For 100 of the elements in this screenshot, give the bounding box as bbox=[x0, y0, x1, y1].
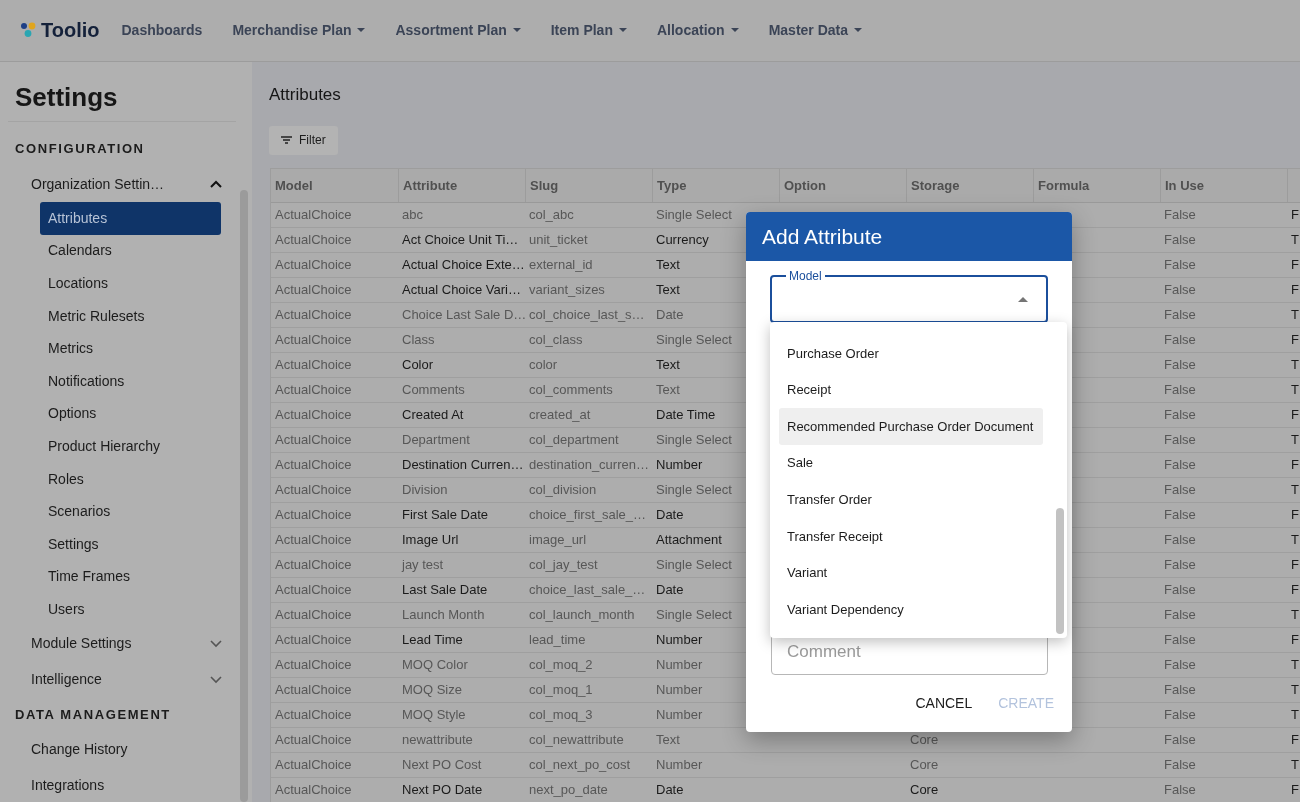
sidebar-item[interactable]: Metrics bbox=[40, 332, 221, 365]
menu-option[interactable]: Recommended Purchase Order Document bbox=[779, 408, 1043, 445]
table-cell-text: Destination Curren… bbox=[401, 456, 525, 475]
column-header[interactable]: Storage bbox=[906, 168, 1033, 202]
table-cell-text: Class bbox=[401, 331, 436, 350]
menu-option[interactable]: Receipt bbox=[779, 371, 1043, 409]
table-cell-text: F bbox=[1290, 781, 1299, 800]
table-cell-text: col_comments bbox=[528, 381, 614, 400]
table-cell-text: Core bbox=[909, 731, 940, 750]
sidebar-item[interactable]: Product Hierarchy bbox=[40, 430, 221, 463]
table-cell-text: False bbox=[1163, 456, 1197, 475]
table-cell-text: newattribute bbox=[401, 731, 474, 750]
table-cell-text: T bbox=[1290, 656, 1299, 675]
table-cell-text: False bbox=[1163, 506, 1197, 525]
table-cell-text: ActualChoice bbox=[274, 231, 353, 250]
sidebar-item[interactable]: Settings bbox=[40, 527, 221, 561]
nav-menu-item[interactable]: Master Data bbox=[768, 15, 862, 45]
table-cell-text: Single Select bbox=[655, 331, 733, 350]
table-cell-text: Date bbox=[655, 581, 685, 600]
table-cell-text: col_class bbox=[528, 331, 584, 350]
table-cell-text: ActualChoice bbox=[274, 256, 353, 275]
filter-button[interactable]: Filter bbox=[269, 125, 338, 155]
nav-menu-item[interactable]: Merchandise Plan bbox=[232, 15, 366, 45]
sidebar-item[interactable]: Notifications bbox=[40, 365, 221, 398]
table-cell-text: ActualChoice bbox=[274, 381, 353, 400]
table-cell-text: ActualChoice bbox=[274, 356, 353, 375]
table-cell-text: Launch Month bbox=[401, 606, 486, 625]
nav-menu-item[interactable]: Item Plan bbox=[550, 15, 627, 45]
table-cell-text: T bbox=[1290, 481, 1299, 500]
table-cell-text: destination_curren… bbox=[528, 456, 650, 475]
sidebar-item[interactable]: Locations bbox=[40, 267, 221, 300]
column-header[interactable]: Type bbox=[652, 168, 779, 202]
nav-menu-item[interactable]: Allocation bbox=[656, 15, 739, 45]
table-cell-text: Single Select bbox=[655, 481, 733, 500]
sidebar-item[interactable]: Metric Rulesets bbox=[40, 299, 221, 333]
sidebar-link[interactable]: Change History bbox=[8, 731, 236, 768]
table-cell-text: T bbox=[1290, 231, 1299, 250]
menu-option[interactable]: Variant Dependency bbox=[779, 591, 1043, 628]
table-cell-text: variant_sizes bbox=[528, 281, 606, 300]
brand-name[interactable]: Toolio bbox=[41, 15, 100, 46]
table-cell-text: False bbox=[1163, 306, 1197, 325]
table-cell-text: external_id bbox=[528, 256, 594, 275]
table-cell-text: Text bbox=[655, 281, 681, 300]
nav-menu-item[interactable]: Assortment Plan bbox=[395, 15, 521, 45]
menu-option[interactable]: Purchase Order bbox=[779, 335, 1043, 372]
table-cell-text: Image Url bbox=[401, 531, 460, 550]
table-cell-text: F bbox=[1290, 256, 1299, 275]
sidebar-group[interactable]: Intelligence bbox=[8, 661, 236, 698]
table-cell-text: T bbox=[1290, 606, 1299, 625]
table-cell-text: False bbox=[1163, 331, 1197, 350]
sidebar-item[interactable]: Time Frames bbox=[40, 560, 221, 594]
menu-option[interactable]: Transfer Order bbox=[779, 481, 1043, 518]
table-cell-text: Last Sale Date bbox=[401, 581, 489, 600]
table-cell-text: Text bbox=[655, 356, 681, 375]
table-cell-text: False bbox=[1163, 481, 1197, 500]
table-cell-text: Actual Choice Vari… bbox=[401, 281, 522, 300]
table-cell-text: col_choice_last_s… bbox=[528, 306, 646, 325]
menu-option[interactable]: Transfer Receipt bbox=[779, 517, 1043, 555]
table-cell-text: ActualChoice bbox=[274, 706, 353, 725]
sidebar-item[interactable]: Users bbox=[40, 593, 221, 626]
table-cell-text: ActualChoice bbox=[274, 556, 353, 575]
table-cell-text: ActualChoice bbox=[274, 781, 353, 800]
table-cell-text: Act Choice Unit Ti… bbox=[401, 231, 520, 250]
table-cell-text: Actual Choice Exte… bbox=[401, 256, 525, 275]
table-cell-text: col_moq_1 bbox=[528, 681, 594, 700]
table-cell-text: T bbox=[1290, 756, 1299, 775]
table-cell-text: Single Select bbox=[655, 606, 733, 625]
table-cell-text: Date bbox=[655, 306, 685, 325]
table-cell-text: color bbox=[528, 356, 559, 375]
table-cell-text: False bbox=[1163, 756, 1197, 775]
table-cell-text: F bbox=[1290, 731, 1299, 750]
sidebar-item[interactable]: Attributes bbox=[40, 202, 221, 235]
table-cell-text: Number bbox=[655, 681, 704, 700]
scrollbar-thumb[interactable] bbox=[1056, 508, 1064, 634]
sidebar-link[interactable]: Integrations bbox=[8, 767, 236, 802]
table-cell-text: Next PO Date bbox=[401, 781, 484, 800]
table-cell-text: ActualChoice bbox=[274, 631, 353, 650]
sidebar-group[interactable]: Module Settings bbox=[8, 625, 236, 662]
sidebar-item[interactable]: Roles bbox=[40, 462, 221, 496]
logo-icon bbox=[20, 22, 37, 39]
table-cell-text: unit_ticket bbox=[528, 231, 589, 250]
nav-menu-item[interactable]: Dashboards bbox=[121, 15, 203, 45]
table-cell-text: image_url bbox=[528, 531, 588, 550]
table-cell-text: col_next_po_cost bbox=[528, 756, 632, 775]
table-cell-text: ActualChoice bbox=[274, 681, 353, 700]
dialog-button[interactable]: CANCEL bbox=[905, 685, 983, 722]
table-cell-text: ActualChoice bbox=[274, 606, 353, 625]
table-cell-text: False bbox=[1163, 381, 1197, 400]
sidebar-item[interactable]: Calendars bbox=[40, 234, 221, 268]
column-header[interactable]: In Use bbox=[1160, 168, 1287, 202]
menu-option[interactable]: Variant bbox=[779, 554, 1043, 592]
sidebar-item[interactable]: Scenarios bbox=[40, 495, 221, 528]
table-cell-text: Core bbox=[909, 756, 940, 775]
sidebar-item[interactable]: Options bbox=[40, 397, 221, 431]
table-cell-text: Date bbox=[655, 781, 685, 800]
sidebar-group[interactable]: Organization Settin… bbox=[8, 166, 236, 203]
menu-option[interactable]: Sale bbox=[779, 444, 1043, 482]
table-cell-text: False bbox=[1163, 606, 1197, 625]
table-cell-text: False bbox=[1163, 781, 1197, 800]
table-cell-text: Comments bbox=[401, 381, 466, 400]
